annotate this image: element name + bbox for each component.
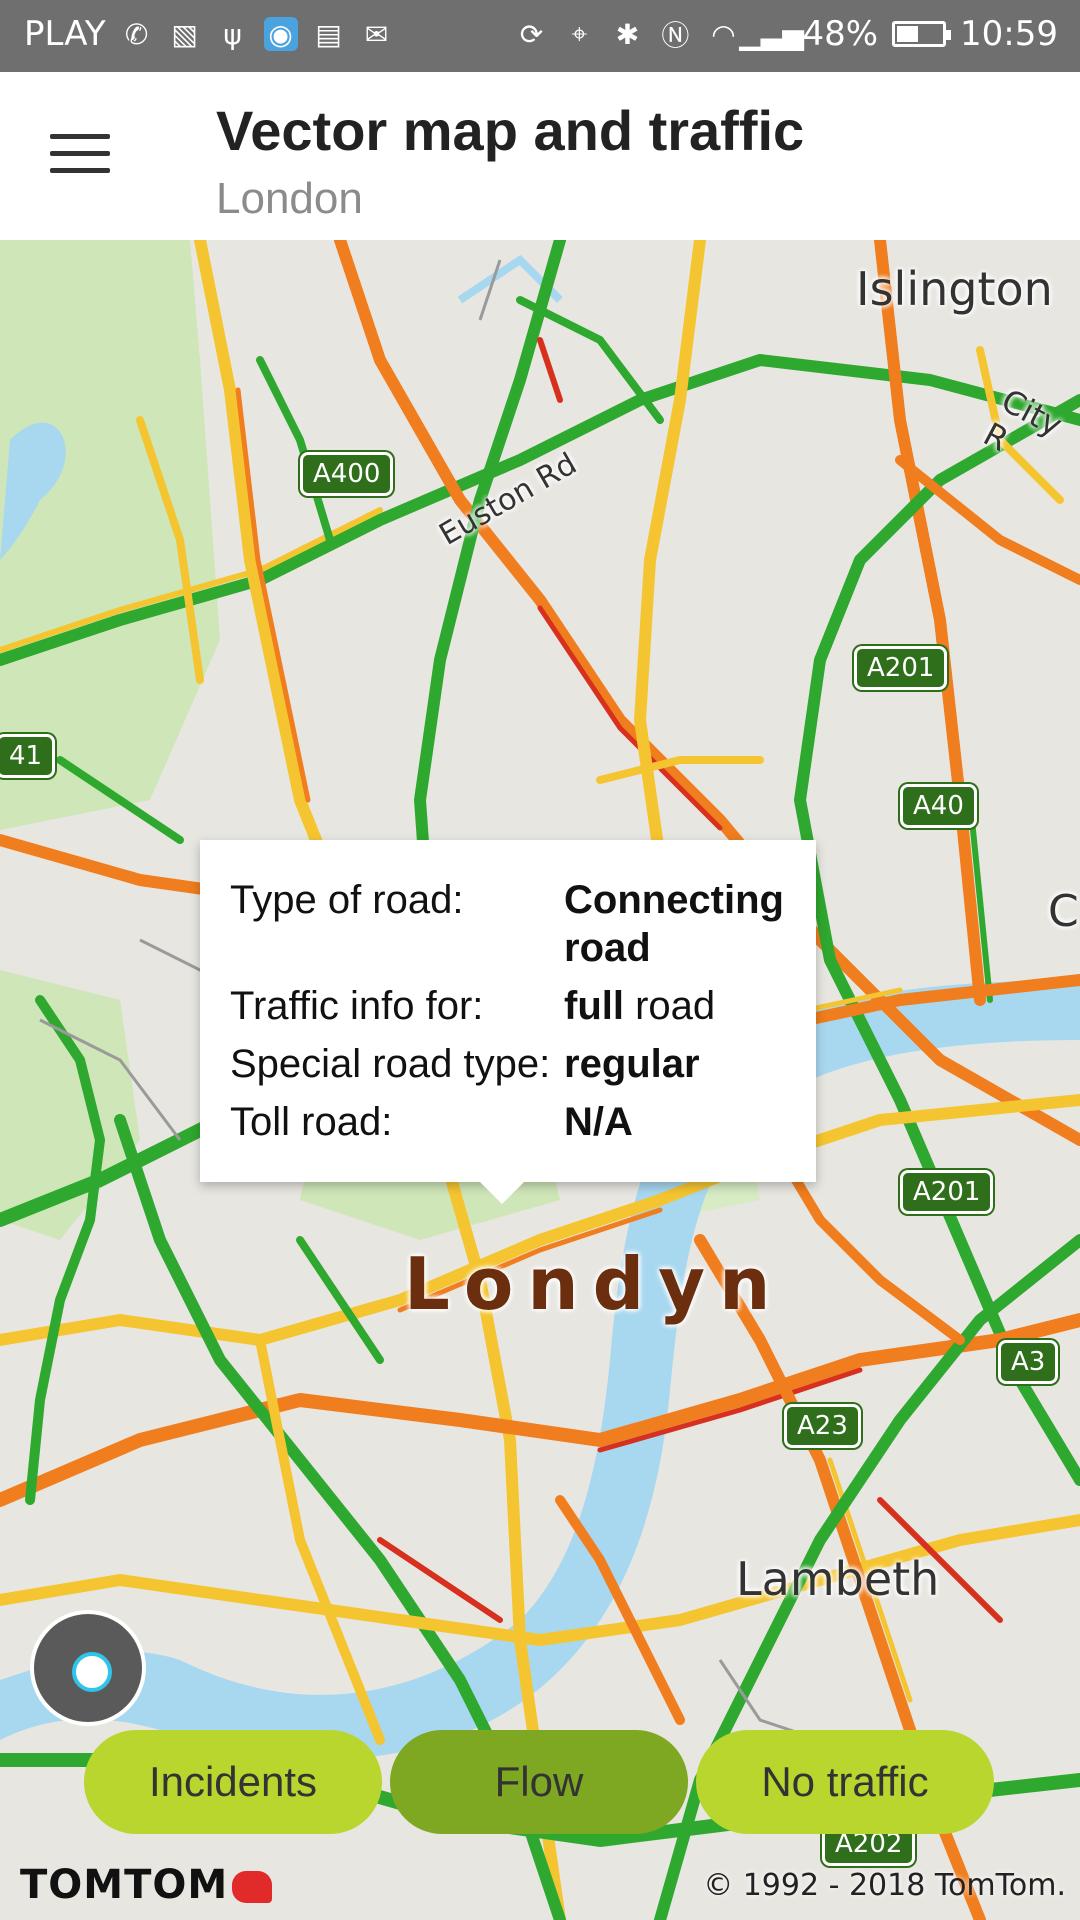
signal-icon: ▁▃▅ <box>739 17 804 51</box>
road-info-popup[interactable]: Type of road: Connecting road Traffic in… <box>200 840 816 1204</box>
incidents-button[interactable]: Incidents <box>84 1730 382 1834</box>
flow-button[interactable]: Flow <box>390 1730 688 1834</box>
menu-button[interactable] <box>50 134 110 178</box>
menu-icon-line <box>50 151 110 156</box>
road-shield-a41: 41 <box>0 734 56 778</box>
road-shield-a400: A400 <box>300 452 394 496</box>
road-info-row: Toll road: N/A <box>230 1098 794 1156</box>
location-icon: ⌖ <box>571 17 588 50</box>
logo-text: TOMTOM <box>20 1862 229 1908</box>
place-label-islington: Islington <box>856 262 1053 316</box>
road-info-row: Special road type: regular <box>230 1040 794 1098</box>
road-info-value: full road <box>564 982 794 1040</box>
wifi-icon: ◠ <box>711 17 736 51</box>
road-info-value: regular <box>564 1040 794 1098</box>
road-info-value-bold: full <box>564 984 624 1028</box>
road-shield-a201: A201 <box>900 1170 994 1214</box>
card-icon: ▤ <box>315 17 342 51</box>
location-app-icon: ◉ <box>263 17 298 51</box>
page-subtitle: London <box>216 174 363 223</box>
page-title: Vector map and traffic <box>216 99 805 162</box>
road-info-key: Type of road: <box>230 878 464 922</box>
location-dot-icon <box>72 1652 112 1692</box>
road-info-value-bold: regular <box>564 1042 700 1086</box>
road-info-value: Connecting road <box>564 876 794 982</box>
app-bar: Vector map and traffic London <box>0 72 1080 240</box>
battery-fill <box>897 26 919 42</box>
no-traffic-button[interactable]: No traffic <box>696 1730 994 1834</box>
road-shield-a201: A201 <box>854 646 948 690</box>
status-bar: PLAY ✆ ▧ ψ ◉ ▤ ✉ ⟳ ⌖ ✱ Ⓝ ◠ ▁▃▅ 48% 10:59 <box>0 0 1080 72</box>
road-info-value-bold: Connecting road <box>564 878 784 970</box>
menu-icon-line <box>50 168 110 173</box>
road-info-table: Type of road: Connecting road Traffic in… <box>230 876 794 1156</box>
road-info-row: Traffic info for: full road <box>230 982 794 1040</box>
tomtom-logo: TOMTOM <box>20 1862 273 1908</box>
battery-percent: 48% <box>802 14 879 54</box>
place-label-partial: C <box>1048 886 1079 937</box>
my-location-button[interactable] <box>30 1610 146 1726</box>
road-info-row: Type of road: Connecting road <box>230 876 794 982</box>
carrier-name: PLAY <box>24 14 106 54</box>
road-shield-a40: A40 <box>900 784 977 828</box>
nfc-icon: Ⓝ <box>661 19 690 52</box>
rotate-lock-icon: ⟳ <box>519 17 544 51</box>
road-shield-a23: A23 <box>784 1404 861 1448</box>
road-info-value-rest: road <box>623 984 716 1028</box>
road-info-value: N/A <box>564 1098 794 1156</box>
clock: 10:59 <box>960 14 1058 54</box>
menu-icon-line <box>50 134 110 139</box>
road-info-key: Special road type: <box>230 1042 551 1086</box>
road-info-value-bold: N/A <box>564 1100 633 1144</box>
road-shield-a3: A3 <box>998 1340 1059 1384</box>
usb-icon: ψ <box>223 17 242 51</box>
place-label-city: Londyn <box>404 1242 785 1326</box>
tomtom-hand-icon <box>232 1871 273 1903</box>
mail-icon: ✉ <box>364 17 389 51</box>
pulse-icon: ▧ <box>171 17 198 51</box>
bluetooth-icon: ✱ <box>615 17 640 51</box>
road-info-key: Toll road: <box>230 1100 393 1144</box>
map-view[interactable]: Islington City R Euston Rd Londyn Lambet… <box>0 240 1080 1920</box>
battery-icon <box>892 21 952 47</box>
road-info-key: Traffic info for: <box>230 984 484 1028</box>
wifi-call-icon: ✆ <box>124 17 149 51</box>
map-copyright: © 1992 - 2018 TomTom. <box>703 1868 1066 1903</box>
place-label-lambeth: Lambeth <box>736 1552 940 1606</box>
